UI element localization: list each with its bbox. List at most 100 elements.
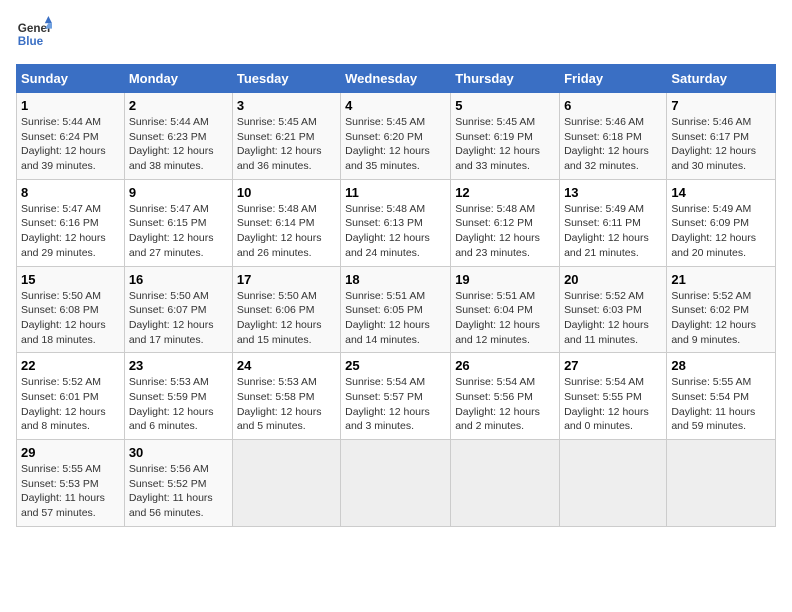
week-row-1: 8 Sunrise: 5:47 AMSunset: 6:16 PMDayligh…	[17, 179, 776, 266]
day-number: 7	[671, 98, 771, 113]
day-cell: 17 Sunrise: 5:50 AMSunset: 6:06 PMDaylig…	[232, 266, 340, 353]
day-info: Sunrise: 5:47 AMSunset: 6:15 PMDaylight:…	[129, 202, 228, 261]
day-cell	[232, 440, 340, 527]
day-info: Sunrise: 5:54 AMSunset: 5:56 PMDaylight:…	[455, 375, 555, 434]
col-header-sunday: Sunday	[17, 65, 125, 93]
page-header: General Blue	[16, 16, 776, 52]
day-cell	[451, 440, 560, 527]
header-row: SundayMondayTuesdayWednesdayThursdayFrid…	[17, 65, 776, 93]
day-number: 14	[671, 185, 771, 200]
day-number: 15	[21, 272, 120, 287]
day-info: Sunrise: 5:51 AMSunset: 6:05 PMDaylight:…	[345, 289, 446, 348]
week-row-0: 1 Sunrise: 5:44 AMSunset: 6:24 PMDayligh…	[17, 93, 776, 180]
day-cell: 8 Sunrise: 5:47 AMSunset: 6:16 PMDayligh…	[17, 179, 125, 266]
day-info: Sunrise: 5:53 AMSunset: 5:59 PMDaylight:…	[129, 375, 228, 434]
day-info: Sunrise: 5:49 AMSunset: 6:09 PMDaylight:…	[671, 202, 771, 261]
day-number: 17	[237, 272, 336, 287]
col-header-thursday: Thursday	[451, 65, 560, 93]
day-info: Sunrise: 5:44 AMSunset: 6:23 PMDaylight:…	[129, 115, 228, 174]
day-cell: 30 Sunrise: 5:56 AMSunset: 5:52 PMDaylig…	[124, 440, 232, 527]
week-row-4: 29 Sunrise: 5:55 AMSunset: 5:53 PMDaylig…	[17, 440, 776, 527]
day-number: 1	[21, 98, 120, 113]
day-number: 28	[671, 358, 771, 373]
day-cell: 14 Sunrise: 5:49 AMSunset: 6:09 PMDaylig…	[667, 179, 776, 266]
day-number: 20	[564, 272, 662, 287]
day-cell: 27 Sunrise: 5:54 AMSunset: 5:55 PMDaylig…	[560, 353, 667, 440]
logo-icon: General Blue	[16, 16, 52, 52]
day-info: Sunrise: 5:48 AMSunset: 6:12 PMDaylight:…	[455, 202, 555, 261]
day-info: Sunrise: 5:52 AMSunset: 6:03 PMDaylight:…	[564, 289, 662, 348]
day-number: 3	[237, 98, 336, 113]
day-number: 5	[455, 98, 555, 113]
day-cell: 15 Sunrise: 5:50 AMSunset: 6:08 PMDaylig…	[17, 266, 125, 353]
day-info: Sunrise: 5:46 AMSunset: 6:17 PMDaylight:…	[671, 115, 771, 174]
day-cell: 26 Sunrise: 5:54 AMSunset: 5:56 PMDaylig…	[451, 353, 560, 440]
day-info: Sunrise: 5:49 AMSunset: 6:11 PMDaylight:…	[564, 202, 662, 261]
day-cell: 7 Sunrise: 5:46 AMSunset: 6:17 PMDayligh…	[667, 93, 776, 180]
day-cell	[667, 440, 776, 527]
day-cell: 6 Sunrise: 5:46 AMSunset: 6:18 PMDayligh…	[560, 93, 667, 180]
day-cell: 18 Sunrise: 5:51 AMSunset: 6:05 PMDaylig…	[341, 266, 451, 353]
day-info: Sunrise: 5:48 AMSunset: 6:13 PMDaylight:…	[345, 202, 446, 261]
day-cell: 13 Sunrise: 5:49 AMSunset: 6:11 PMDaylig…	[560, 179, 667, 266]
day-info: Sunrise: 5:56 AMSunset: 5:52 PMDaylight:…	[129, 462, 228, 521]
day-number: 2	[129, 98, 228, 113]
day-info: Sunrise: 5:54 AMSunset: 5:57 PMDaylight:…	[345, 375, 446, 434]
day-number: 11	[345, 185, 446, 200]
day-number: 25	[345, 358, 446, 373]
day-cell	[560, 440, 667, 527]
day-number: 23	[129, 358, 228, 373]
day-cell: 21 Sunrise: 5:52 AMSunset: 6:02 PMDaylig…	[667, 266, 776, 353]
day-info: Sunrise: 5:47 AMSunset: 6:16 PMDaylight:…	[21, 202, 120, 261]
day-number: 19	[455, 272, 555, 287]
col-header-tuesday: Tuesday	[232, 65, 340, 93]
day-cell: 11 Sunrise: 5:48 AMSunset: 6:13 PMDaylig…	[341, 179, 451, 266]
col-header-monday: Monday	[124, 65, 232, 93]
day-info: Sunrise: 5:55 AMSunset: 5:54 PMDaylight:…	[671, 375, 771, 434]
day-cell: 3 Sunrise: 5:45 AMSunset: 6:21 PMDayligh…	[232, 93, 340, 180]
day-number: 13	[564, 185, 662, 200]
day-info: Sunrise: 5:55 AMSunset: 5:53 PMDaylight:…	[21, 462, 120, 521]
day-info: Sunrise: 5:45 AMSunset: 6:19 PMDaylight:…	[455, 115, 555, 174]
day-number: 30	[129, 445, 228, 460]
day-number: 16	[129, 272, 228, 287]
day-cell: 25 Sunrise: 5:54 AMSunset: 5:57 PMDaylig…	[341, 353, 451, 440]
day-cell: 20 Sunrise: 5:52 AMSunset: 6:03 PMDaylig…	[560, 266, 667, 353]
day-info: Sunrise: 5:50 AMSunset: 6:06 PMDaylight:…	[237, 289, 336, 348]
day-number: 9	[129, 185, 228, 200]
day-info: Sunrise: 5:51 AMSunset: 6:04 PMDaylight:…	[455, 289, 555, 348]
svg-text:Blue: Blue	[18, 35, 44, 48]
day-number: 6	[564, 98, 662, 113]
svg-text:General: General	[18, 22, 52, 35]
col-header-saturday: Saturday	[667, 65, 776, 93]
day-cell: 19 Sunrise: 5:51 AMSunset: 6:04 PMDaylig…	[451, 266, 560, 353]
week-row-3: 22 Sunrise: 5:52 AMSunset: 6:01 PMDaylig…	[17, 353, 776, 440]
day-info: Sunrise: 5:45 AMSunset: 6:20 PMDaylight:…	[345, 115, 446, 174]
logo: General Blue	[16, 16, 52, 52]
day-cell: 10 Sunrise: 5:48 AMSunset: 6:14 PMDaylig…	[232, 179, 340, 266]
col-header-friday: Friday	[560, 65, 667, 93]
day-info: Sunrise: 5:44 AMSunset: 6:24 PMDaylight:…	[21, 115, 120, 174]
day-number: 26	[455, 358, 555, 373]
day-info: Sunrise: 5:53 AMSunset: 5:58 PMDaylight:…	[237, 375, 336, 434]
day-cell: 24 Sunrise: 5:53 AMSunset: 5:58 PMDaylig…	[232, 353, 340, 440]
day-number: 24	[237, 358, 336, 373]
day-info: Sunrise: 5:52 AMSunset: 6:02 PMDaylight:…	[671, 289, 771, 348]
day-cell: 16 Sunrise: 5:50 AMSunset: 6:07 PMDaylig…	[124, 266, 232, 353]
day-cell: 29 Sunrise: 5:55 AMSunset: 5:53 PMDaylig…	[17, 440, 125, 527]
day-info: Sunrise: 5:46 AMSunset: 6:18 PMDaylight:…	[564, 115, 662, 174]
col-header-wednesday: Wednesday	[341, 65, 451, 93]
day-number: 21	[671, 272, 771, 287]
day-info: Sunrise: 5:52 AMSunset: 6:01 PMDaylight:…	[21, 375, 120, 434]
day-info: Sunrise: 5:50 AMSunset: 6:08 PMDaylight:…	[21, 289, 120, 348]
day-cell: 2 Sunrise: 5:44 AMSunset: 6:23 PMDayligh…	[124, 93, 232, 180]
day-number: 18	[345, 272, 446, 287]
day-cell: 23 Sunrise: 5:53 AMSunset: 5:59 PMDaylig…	[124, 353, 232, 440]
day-number: 27	[564, 358, 662, 373]
day-number: 22	[21, 358, 120, 373]
day-info: Sunrise: 5:48 AMSunset: 6:14 PMDaylight:…	[237, 202, 336, 261]
day-number: 12	[455, 185, 555, 200]
day-info: Sunrise: 5:45 AMSunset: 6:21 PMDaylight:…	[237, 115, 336, 174]
day-cell: 28 Sunrise: 5:55 AMSunset: 5:54 PMDaylig…	[667, 353, 776, 440]
day-cell	[341, 440, 451, 527]
